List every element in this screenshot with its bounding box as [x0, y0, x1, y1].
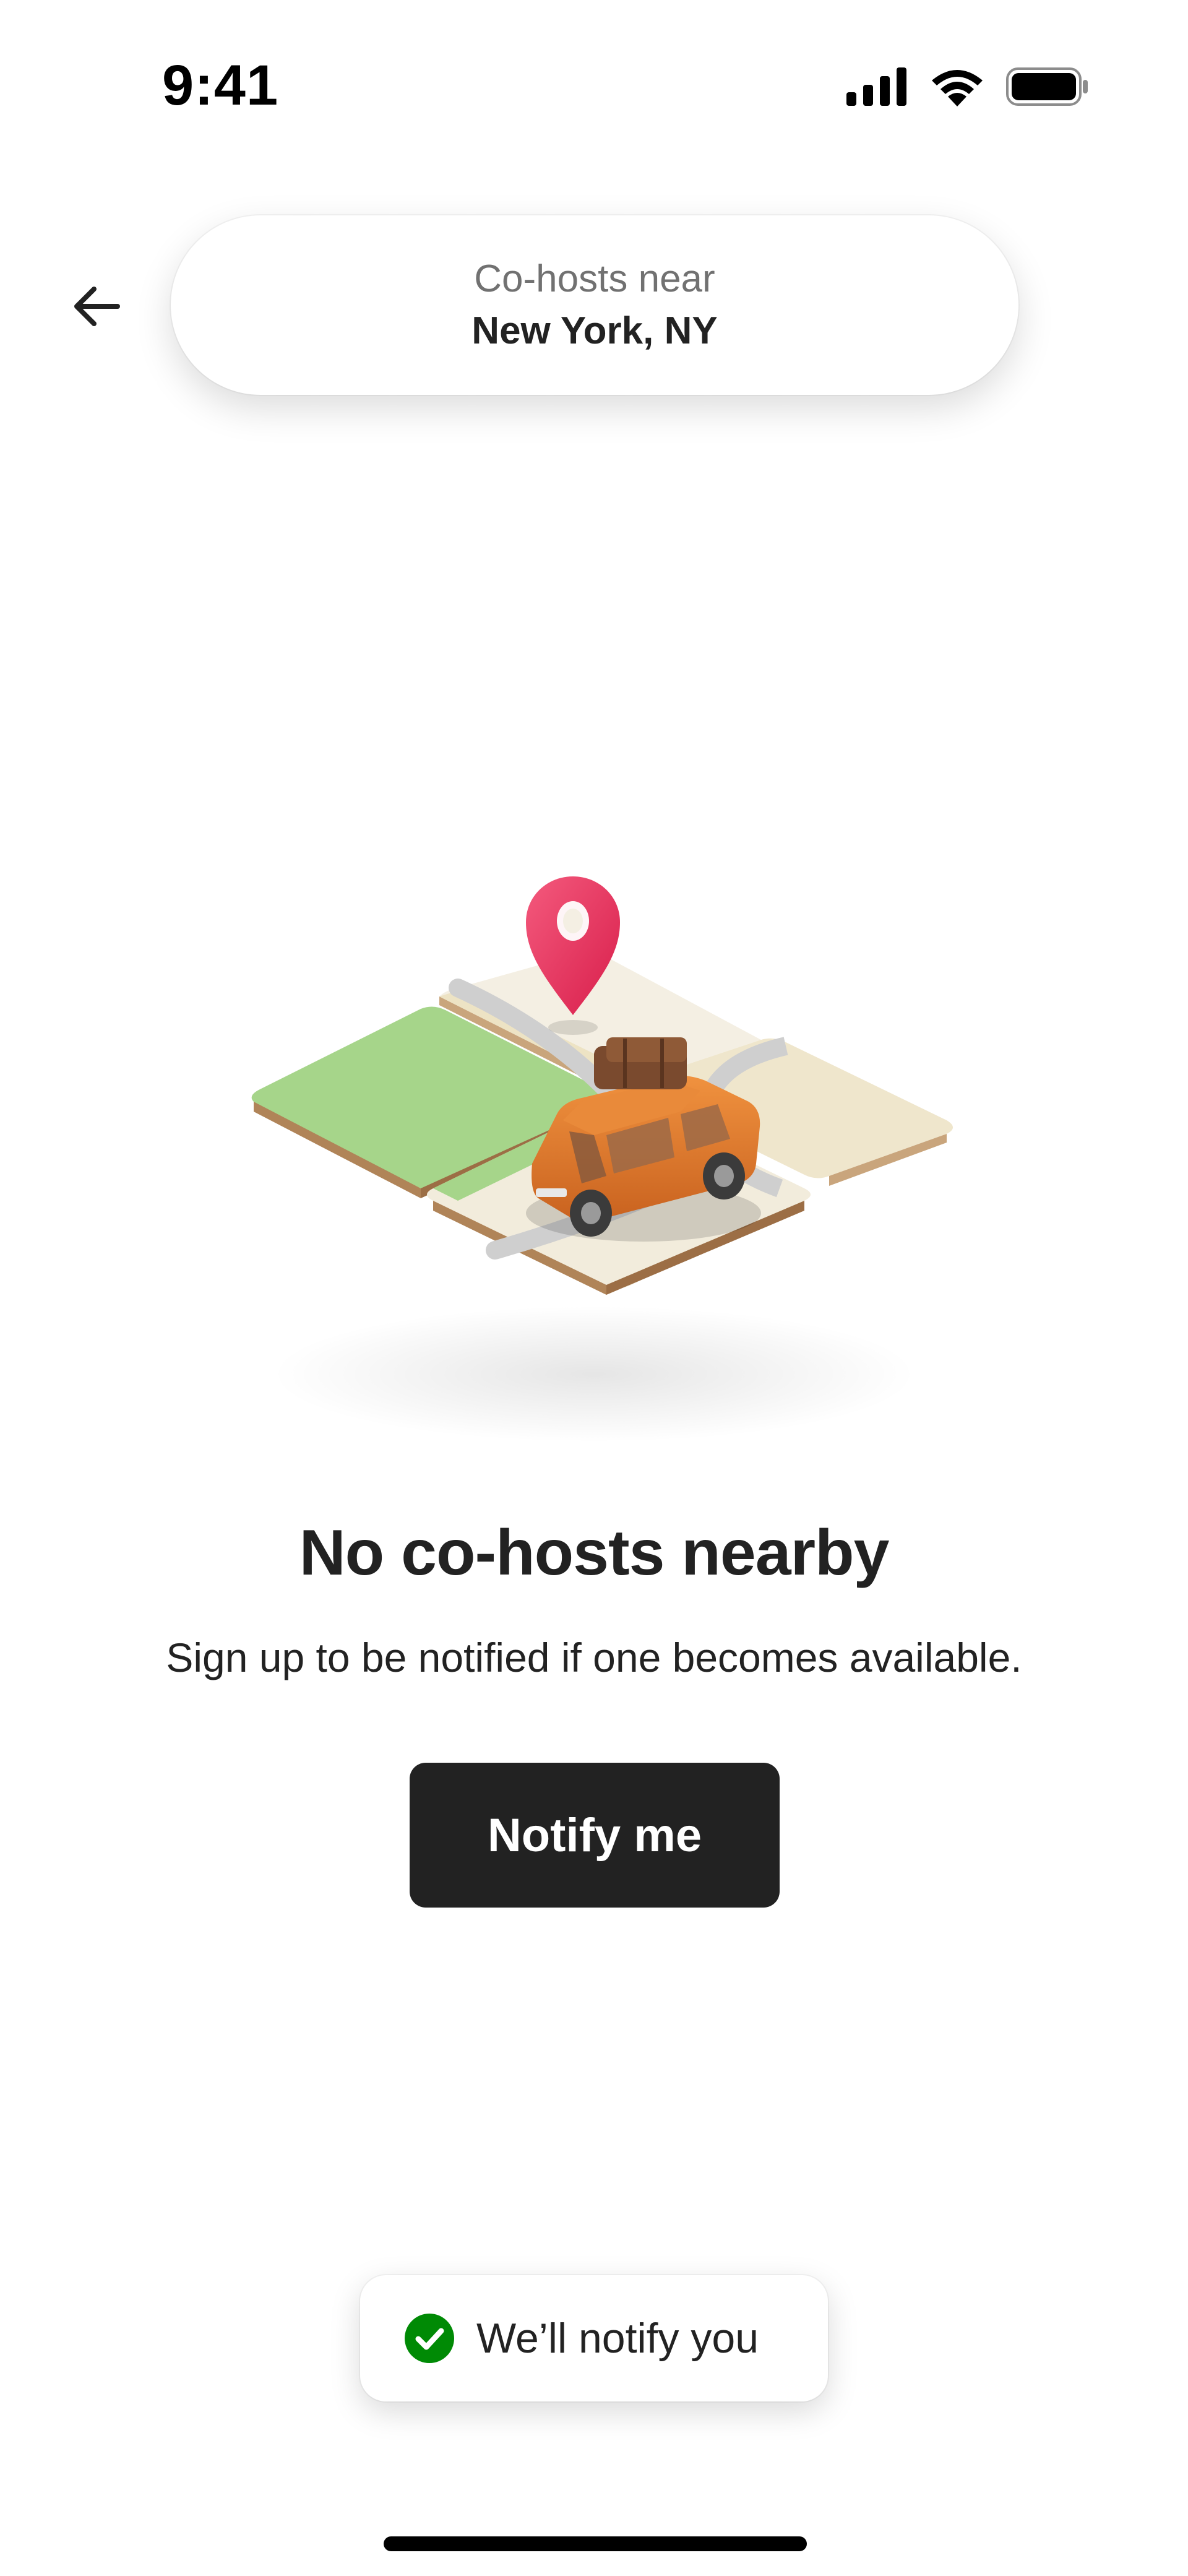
empty-state-description: Sign up to be notified if one becomes av…: [166, 1635, 1022, 1680]
toast-notification: We’ll notify you: [360, 2275, 828, 2401]
location-value: New York, NY: [471, 309, 718, 352]
status-bar: 9:41: [0, 0, 1188, 142]
status-time: 9:41: [162, 54, 279, 117]
home-indicator[interactable]: [384, 2536, 807, 2551]
notify-me-button[interactable]: Notify me: [410, 1763, 780, 1908]
toast-message: We’ll notify you: [476, 2315, 759, 2362]
check-circle-icon: [405, 2314, 454, 2363]
wifi-icon: [932, 70, 983, 106]
map-pin-car-illustration: [251, 876, 953, 1442]
status-icons: [846, 67, 1089, 106]
back-button[interactable]: [59, 272, 134, 340]
location-label: Co-hosts near: [474, 257, 715, 301]
signal-icon: [846, 67, 906, 106]
battery-icon: [1006, 67, 1088, 106]
empty-state-title: No co-hosts nearby: [299, 1517, 890, 1589]
arrow-left-icon: [74, 287, 120, 326]
location-search-pill[interactable]: Co-hosts near New York, NY: [171, 215, 1018, 395]
